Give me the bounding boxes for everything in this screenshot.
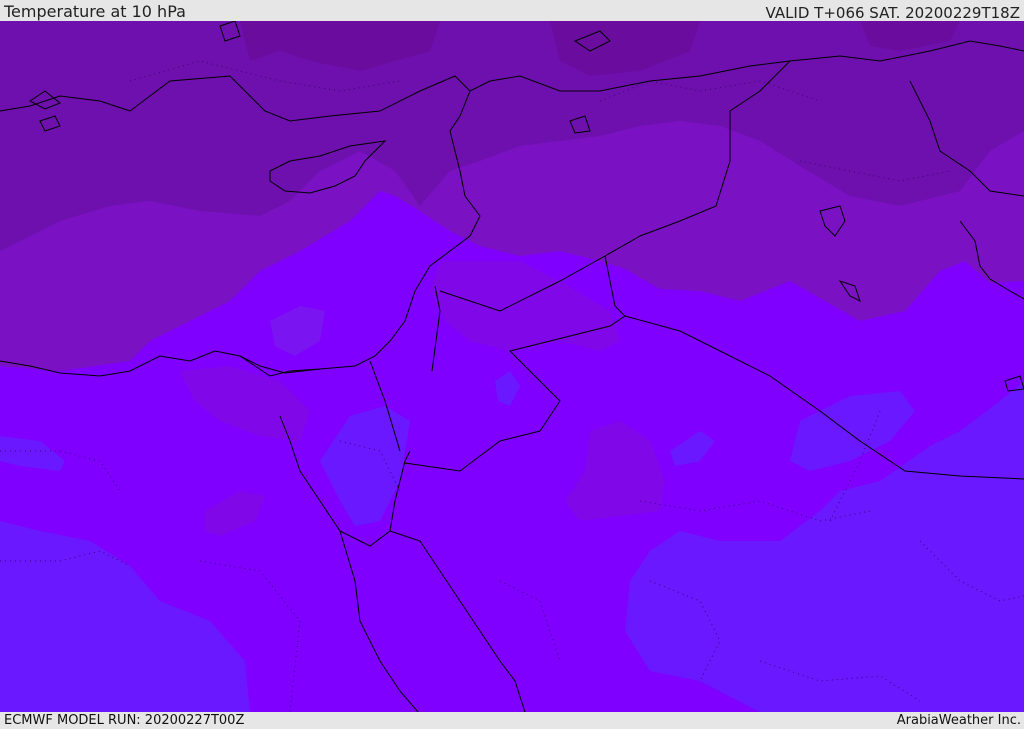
map-title: Temperature at 10 hPa xyxy=(4,2,186,21)
credit-label: ArabiaWeather Inc. xyxy=(896,713,1021,728)
header-bar: Temperature at 10 hPa VALID T+066 SAT. 2… xyxy=(0,0,1024,22)
temperature-map xyxy=(0,21,1024,712)
map-canvas xyxy=(0,21,1024,712)
footer-bar: ECMWF MODEL RUN: 20200227T00Z ArabiaWeat… xyxy=(0,712,1024,729)
valid-time-label: VALID T+066 SAT. 20200229T18Z xyxy=(765,4,1020,22)
weather-map-frame: Temperature at 10 hPa VALID T+066 SAT. 2… xyxy=(0,0,1024,729)
model-run-label: ECMWF MODEL RUN: 20200227T00Z xyxy=(4,713,245,728)
